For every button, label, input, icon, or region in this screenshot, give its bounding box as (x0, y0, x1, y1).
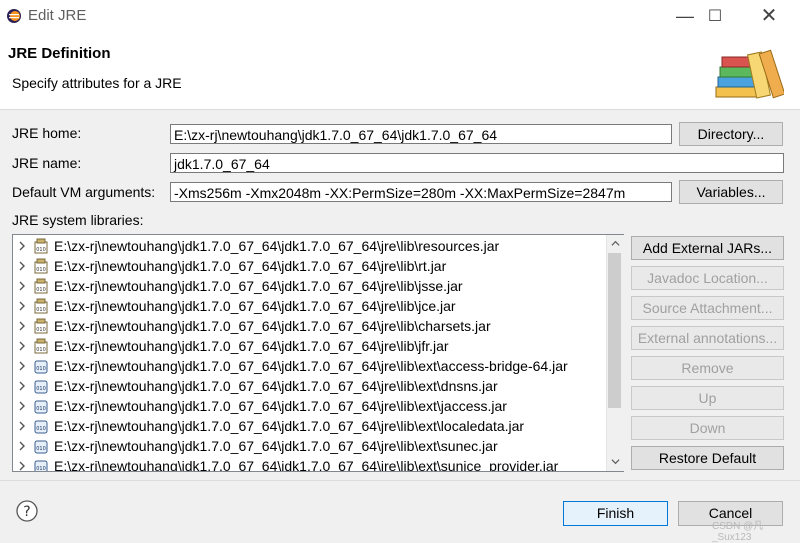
restore-default-button[interactable]: Restore Default (631, 446, 784, 470)
up-button[interactable]: Up (631, 386, 784, 410)
ext-jar-icon: 010 (34, 360, 48, 374)
chevron-right-icon[interactable] (17, 241, 27, 251)
svg-text:010: 010 (36, 466, 46, 472)
close-icon[interactable]: ✕ (746, 0, 792, 33)
jre-name-label: JRE name: (12, 155, 82, 171)
jar-icon: 010 (34, 278, 48, 294)
library-path: E:\zx-rj\newtouhang\jdk1.7.0_67_64\jdk1.… (54, 458, 559, 472)
javadoc-location-button[interactable]: Javadoc Location... (631, 266, 784, 290)
svg-text:010: 010 (36, 247, 46, 253)
chevron-right-icon[interactable] (17, 281, 27, 291)
vm-args-label: Default VM arguments: (12, 184, 156, 200)
library-path: E:\zx-rj\newtouhang\jdk1.7.0_67_64\jdk1.… (54, 238, 500, 254)
svg-text:010: 010 (36, 287, 46, 293)
remove-button[interactable]: Remove (631, 356, 784, 380)
scrollbar-thumb[interactable] (608, 253, 621, 408)
svg-text:010: 010 (36, 347, 46, 353)
library-path: E:\zx-rj\newtouhang\jdk1.7.0_67_64\jdk1.… (54, 338, 449, 354)
svg-text:010: 010 (36, 307, 46, 313)
chevron-right-icon[interactable] (17, 421, 27, 431)
library-path: E:\zx-rj\newtouhang\jdk1.7.0_67_64\jdk1.… (54, 298, 456, 314)
svg-text:010: 010 (36, 366, 46, 372)
library-path: E:\zx-rj\newtouhang\jdk1.7.0_67_64\jdk1.… (54, 398, 507, 414)
chevron-right-icon[interactable] (17, 381, 27, 391)
ext-jar-icon: 010 (34, 440, 48, 454)
watermark: CSDN @凡_Sux123 (712, 521, 764, 543)
jar-icon: 010 (34, 338, 48, 354)
add-external-jars-button[interactable]: Add External JARs... (631, 236, 784, 260)
svg-text:010: 010 (36, 426, 46, 432)
footer-divider (0, 480, 800, 481)
library-path: E:\zx-rj\newtouhang\jdk1.7.0_67_64\jdk1.… (54, 278, 463, 294)
scroll-down-icon[interactable] (611, 457, 620, 466)
directory-button[interactable]: Directory... (679, 122, 783, 146)
libraries-label: JRE system libraries: (12, 212, 144, 228)
svg-text:010: 010 (36, 327, 46, 333)
library-path: E:\zx-rj\newtouhang\jdk1.7.0_67_64\jdk1.… (54, 258, 447, 274)
library-path: E:\zx-rj\newtouhang\jdk1.7.0_67_64\jdk1.… (54, 438, 498, 454)
svg-text:010: 010 (36, 386, 46, 392)
help-icon[interactable]: ? (16, 500, 38, 522)
library-path: E:\zx-rj\newtouhang\jdk1.7.0_67_64\jdk1.… (54, 418, 525, 434)
chevron-right-icon[interactable] (17, 401, 27, 411)
source-attachment-button[interactable]: Source Attachment... (631, 296, 784, 320)
window-title: Edit JRE (28, 7, 87, 24)
jre-home-field[interactable]: E:\zx-rj\newtouhang\jdk1.7.0_67_64\jdk1.… (170, 124, 672, 144)
ext-jar-icon: 010 (34, 460, 48, 472)
chevron-right-icon[interactable] (17, 441, 27, 451)
ext-jar-icon: 010 (34, 380, 48, 394)
maximize-icon[interactable]: ☐ (692, 0, 738, 33)
libraries-tree[interactable]: 010 E:\zx-rj\newtouhang\jdk1.7.0_67_64\j… (12, 234, 624, 472)
chevron-right-icon[interactable] (17, 361, 27, 371)
svg-text:010: 010 (36, 267, 46, 273)
jre-home-label: JRE home: (12, 125, 82, 141)
chevron-right-icon[interactable] (17, 261, 27, 271)
library-path: E:\zx-rj\newtouhang\jdk1.7.0_67_64\jdk1.… (54, 358, 568, 374)
books-icon (715, 49, 784, 99)
ext-jar-icon: 010 (34, 400, 48, 414)
ext-jar-icon: 010 (34, 420, 48, 434)
external-annotations-button[interactable]: External annotations... (631, 326, 784, 350)
title-bar: Edit JRE — ☐ ✕ (0, 0, 800, 33)
down-button[interactable]: Down (631, 416, 784, 440)
svg-text:010: 010 (36, 406, 46, 412)
jre-name-field[interactable]: jdk1.7.0_67_64 (170, 153, 784, 173)
eclipse-app-icon (7, 9, 21, 23)
header-title: JRE Definition (8, 45, 111, 62)
svg-text:?: ? (23, 504, 30, 520)
chevron-right-icon[interactable] (17, 461, 27, 471)
chevron-right-icon[interactable] (17, 321, 27, 331)
jar-icon: 010 (34, 318, 48, 334)
svg-text:010: 010 (36, 446, 46, 452)
scroll-up-icon[interactable] (611, 239, 620, 248)
chevron-right-icon[interactable] (17, 301, 27, 311)
variables-button[interactable]: Variables... (679, 180, 783, 204)
jar-icon: 010 (34, 298, 48, 314)
dialog-header: JRE Definition Specify attributes for a … (0, 33, 800, 110)
library-path: E:\zx-rj\newtouhang\jdk1.7.0_67_64\jdk1.… (54, 378, 498, 394)
jar-icon: 010 (34, 238, 48, 254)
jar-icon: 010 (34, 258, 48, 274)
header-subtitle: Specify attributes for a JRE (12, 75, 182, 91)
library-path: E:\zx-rj\newtouhang\jdk1.7.0_67_64\jdk1.… (54, 318, 491, 334)
finish-button[interactable]: Finish (563, 501, 668, 526)
chevron-right-icon[interactable] (17, 341, 27, 351)
vm-args-field[interactable]: -Xms256m -Xmx2048m -XX:PermSize=280m -XX… (170, 182, 672, 202)
